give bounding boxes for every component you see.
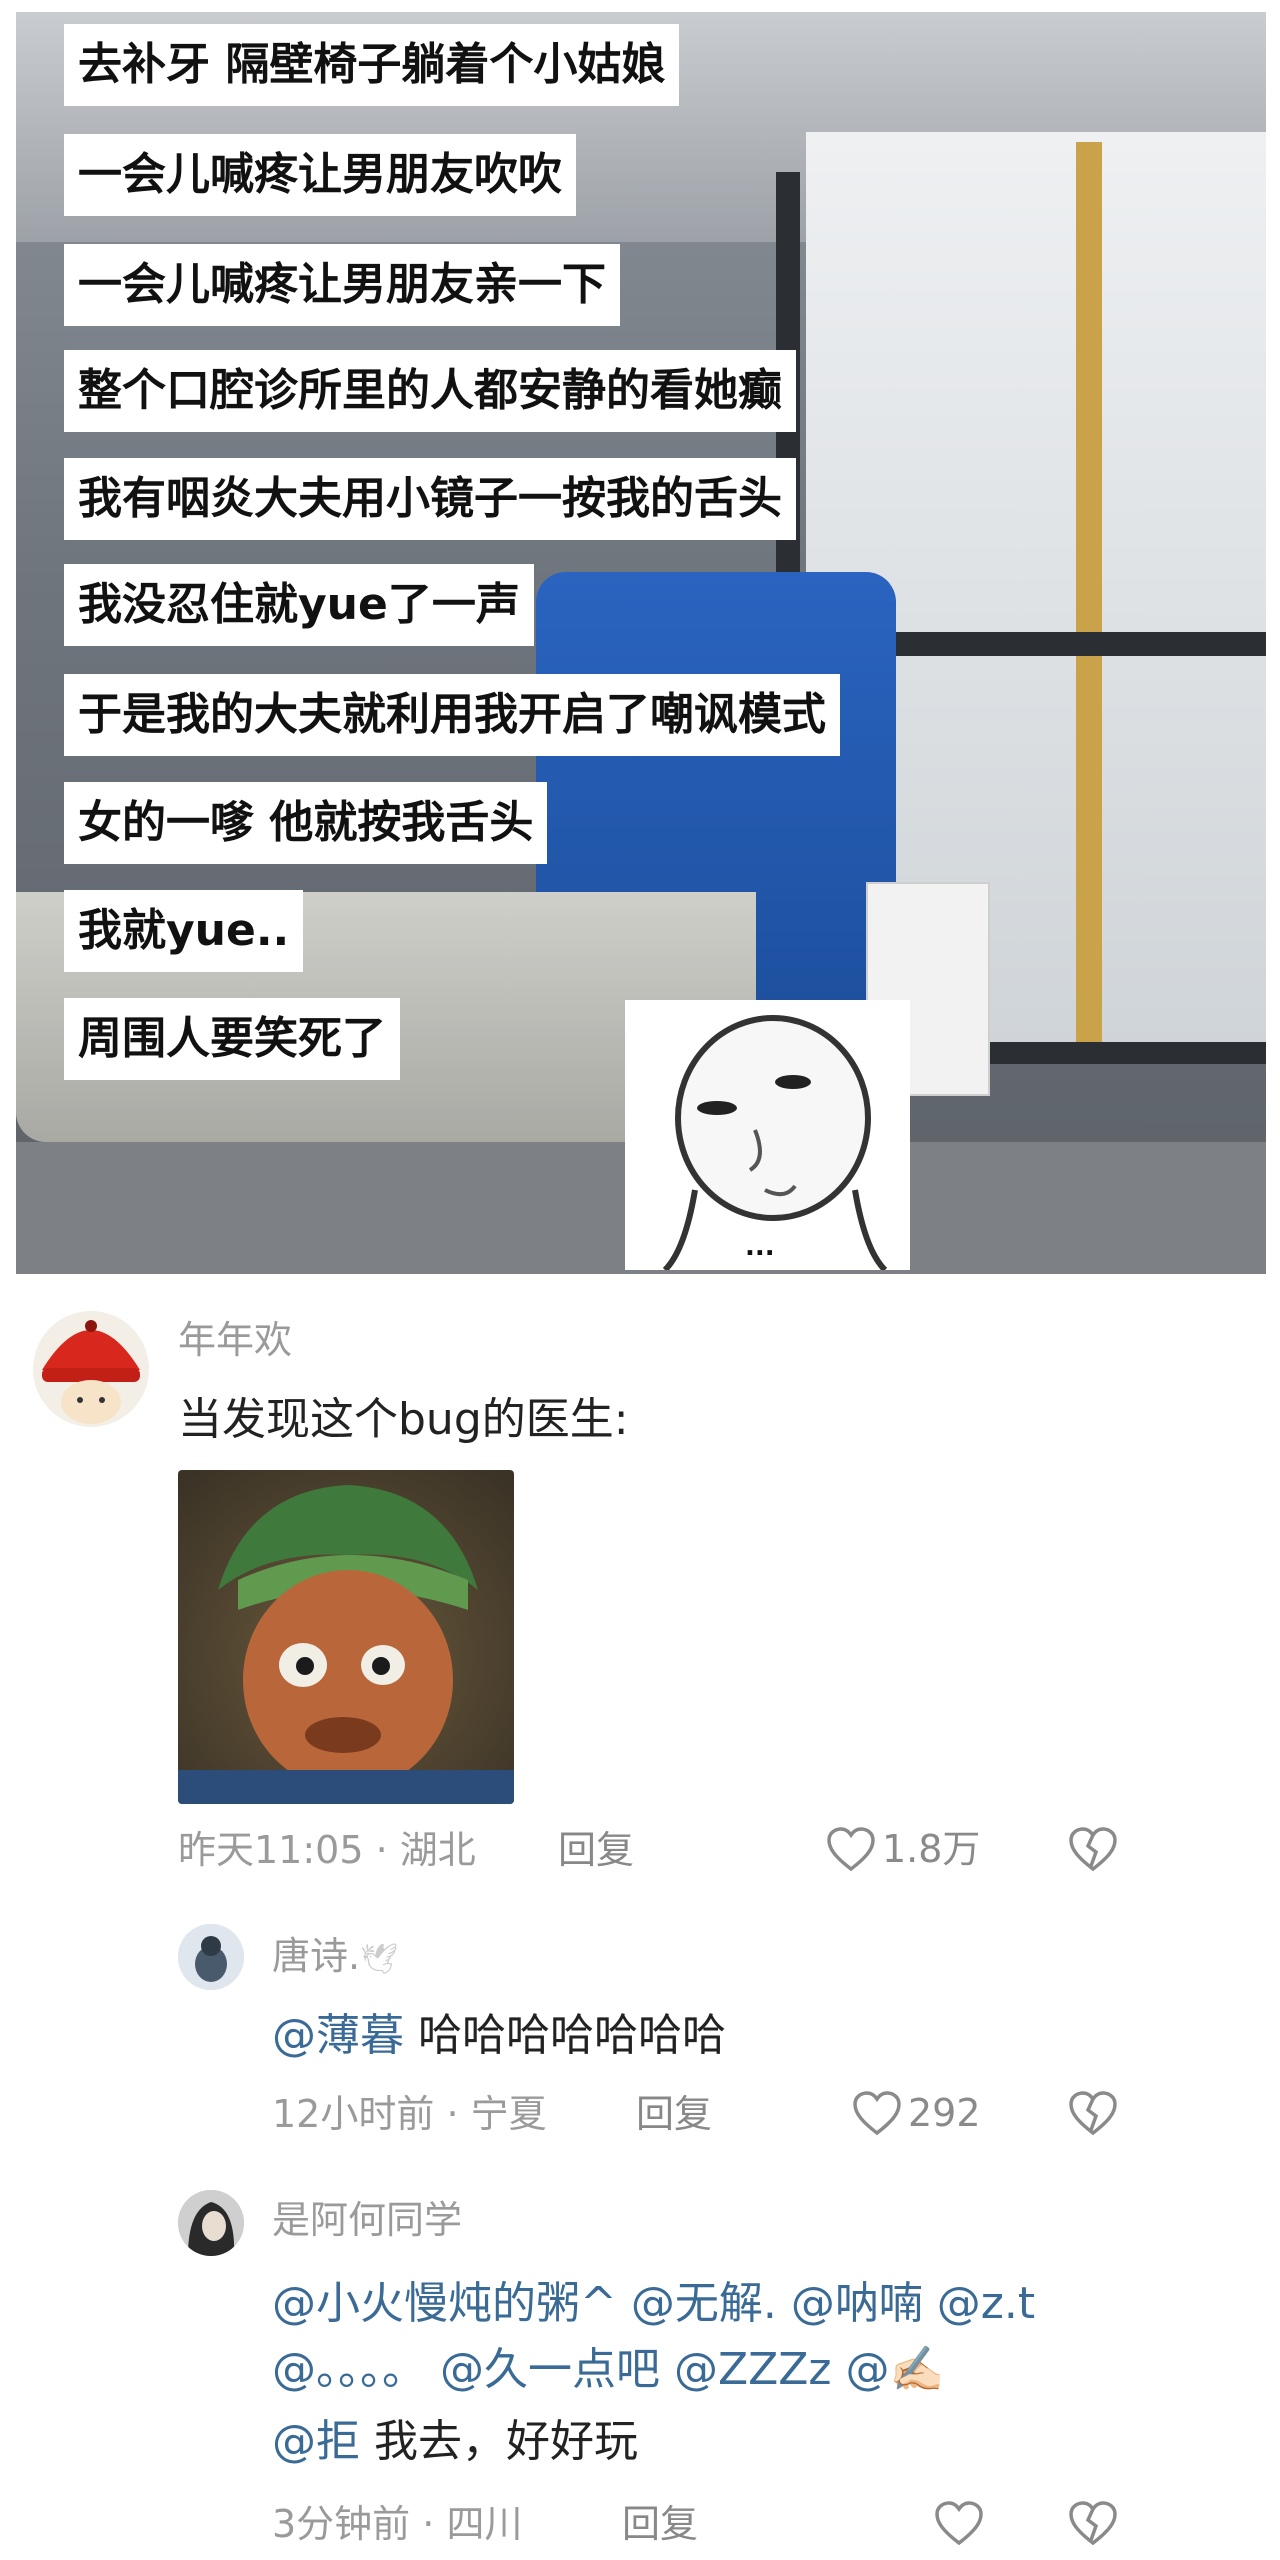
heart-icon	[935, 2501, 983, 2546]
comment-username[interactable]: 年年欢	[178, 1318, 292, 1362]
comment-time: 3分钟前	[272, 2502, 411, 2546]
comment-username[interactable]: 是阿何同学	[272, 2198, 462, 2242]
comment-meta: 3分钟前 · 四川	[272, 2502, 522, 2546]
reply-username: 唐诗.	[272, 1934, 361, 1978]
comment-time: 昨天11:05	[178, 1828, 364, 1872]
broken-heart-icon	[1069, 2501, 1117, 2546]
like-count: 1.8万	[882, 1827, 981, 1871]
caption-line: 周围人要笑死了	[64, 998, 400, 1080]
meme-image-icon[interactable]	[178, 1470, 514, 1804]
caption-line: 于是我的大夫就利用我开启了嘲讽模式	[64, 674, 840, 756]
dove-icon: 🕊	[360, 1942, 399, 1977]
broken-heart-icon	[1069, 2091, 1117, 2136]
like-button[interactable]: 292	[852, 2090, 981, 2136]
like-button[interactable]	[934, 2500, 990, 2546]
sticker-face-icon: ...	[625, 1000, 910, 1270]
comment-time: 12小时前	[272, 2092, 435, 2136]
comment-text: 当发现这个bug的医生:	[178, 1394, 629, 1445]
mention-link[interactable]: @薄暮	[272, 2010, 404, 2061]
avatar[interactable]	[32, 1310, 150, 1428]
avatar[interactable]	[178, 1924, 244, 1990]
comment-location: 四川	[446, 2502, 523, 2546]
caption-line: 一会儿喊疼让男朋友亲一下	[64, 244, 620, 326]
caption-line: 去补牙 隔壁椅子躺着个小姑娘	[64, 24, 680, 106]
window-frame	[1076, 142, 1102, 1042]
separator-dot: ·	[422, 2502, 447, 2546]
comment-text: @拒 我去，好好玩	[272, 2414, 638, 2470]
sticker-dots: ...	[745, 1232, 775, 1262]
reply-button[interactable]: 回复	[558, 1828, 634, 1872]
comment-meta: 昨天11:05 · 湖北	[178, 1828, 476, 1872]
caption-line: 一会儿喊疼让男朋友吹吹	[64, 134, 576, 216]
caption-line: 我有咽炎大夫用小镜子一按我的舌头	[64, 458, 796, 540]
separator-dot: ·	[446, 2092, 471, 2136]
broken-heart-icon	[1069, 1827, 1117, 1872]
comment-meta: 12小时前 · 宁夏	[272, 2092, 547, 2136]
mention-line[interactable]: @。。。。 @久一点吧 @ZZZz @✍🏻	[272, 2342, 944, 2398]
separator-dot: ·	[375, 1828, 400, 1872]
dislike-button[interactable]	[1067, 2090, 1119, 2140]
caption-line: 我没忍住就yue了一声	[64, 564, 534, 646]
dislike-button[interactable]	[1067, 2500, 1119, 2550]
comment-location: 宁夏	[470, 2092, 547, 2136]
caption-line: 我就yue..	[64, 890, 304, 972]
reply-button[interactable]: 回复	[622, 2502, 698, 2546]
comment-location: 湖北	[399, 1828, 476, 1872]
like-count: 292	[908, 2091, 981, 2135]
dislike-button[interactable]	[1067, 1826, 1119, 1876]
mention-line[interactable]: @小火慢炖的粥^ @无解. @呐喃 @z.t	[272, 2276, 1035, 2332]
like-button[interactable]: 1.8万	[826, 1826, 980, 1872]
comment-username[interactable]: 唐诗.🕊	[272, 1934, 398, 1982]
mention-link[interactable]: @拒	[272, 2416, 360, 2467]
caption-line: 整个口腔诊所里的人都安静的看她癫	[64, 350, 796, 432]
reply-text: 我去，好好玩	[360, 2416, 638, 2467]
reply-text: 哈哈哈哈哈哈哈	[404, 2010, 726, 2061]
heart-icon	[827, 1827, 875, 1872]
reply-button[interactable]: 回复	[636, 2092, 712, 2136]
comment-text: @薄暮 哈哈哈哈哈哈哈	[272, 2008, 726, 2064]
avatar[interactable]	[178, 2190, 244, 2256]
caption-line: 女的一嗲 他就按我舌头	[64, 782, 548, 864]
heart-icon	[853, 2091, 901, 2136]
